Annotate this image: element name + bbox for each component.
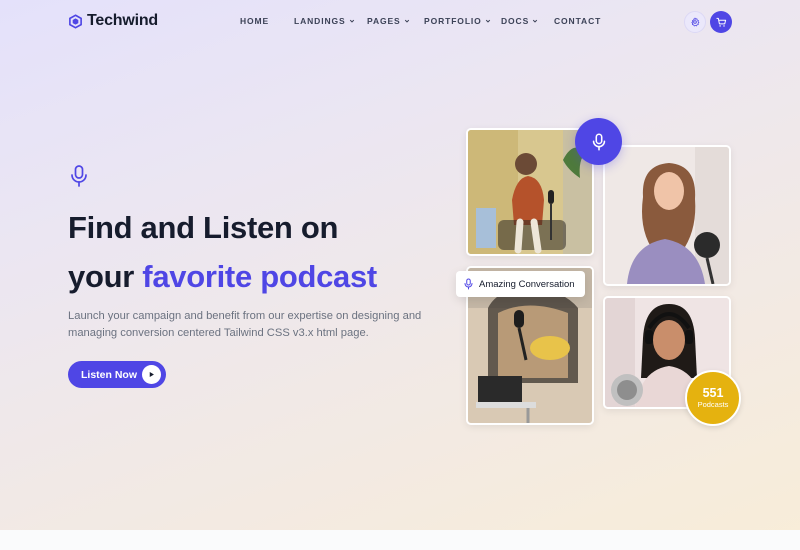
podcasts-count-badge: 551 Podcasts [685,370,741,426]
amazing-conversation-card: Amazing Conversation [456,271,585,297]
nav-item-label: PORTFOLIO [424,16,482,26]
nav-item-pages[interactable]: PAGES [367,16,410,26]
chevron-down-icon [349,19,354,23]
hero-title-accent: favorite podcast [142,259,377,294]
nav-item-label: DOCS [501,16,530,26]
play-icon [149,372,154,377]
podcasts-label: Podcasts [697,400,729,409]
podcasts-count: 551 [702,386,724,400]
next-section-edge [0,530,800,550]
navbar: Techwind HOME LANDINGS PAGES PORTFOLIO D… [0,0,800,44]
nav-item-home[interactable]: HOME [240,16,269,26]
logo-icon [69,13,82,29]
settings-button[interactable] [684,11,706,33]
hero-title-line1: Find and Listen on [68,210,339,245]
listen-now-button[interactable]: Listen Now [68,361,166,388]
floating-mic-button [575,118,622,165]
woman-smiling-at-microphone-image [605,147,729,284]
hero-title-prefix: your [68,259,143,294]
brand-name: Techwind [87,12,158,29]
nav-item-label: HOME [240,16,270,26]
hero-description: Launch your campaign and benefit from ou… [68,310,422,339]
chevron-down-icon [404,19,409,23]
nav-item-docs[interactable]: DOCS [501,16,538,26]
gear-icon [691,17,700,27]
hero-title: Find and Listen on your favorite podcast [68,203,468,301]
listen-now-label: Listen Now [81,368,138,381]
cart-icon [715,17,726,27]
microphone-icon [71,165,87,187]
woman-with-microphone-image [468,130,592,254]
nav-item-label: PAGES [367,16,401,26]
play-button-circle [142,365,161,384]
chevron-down-icon [533,19,538,23]
card-label: Amazing Conversation [479,278,575,290]
microphone-icon [464,278,473,290]
microphone-icon [592,132,605,151]
chevron-down-icon [485,19,490,23]
logo[interactable]: Techwind [68,12,158,30]
nav-item-label: CONTACT [554,16,602,26]
podcast-photo-2 [603,145,731,286]
nav-item-label: LANDINGS [294,16,346,26]
nav-item-landings[interactable]: LANDINGS [294,16,355,26]
nav-item-portfolio[interactable]: PORTFOLIO [424,16,491,26]
cart-button[interactable] [710,11,732,33]
nav-item-contact[interactable]: CONTACT [554,16,601,26]
